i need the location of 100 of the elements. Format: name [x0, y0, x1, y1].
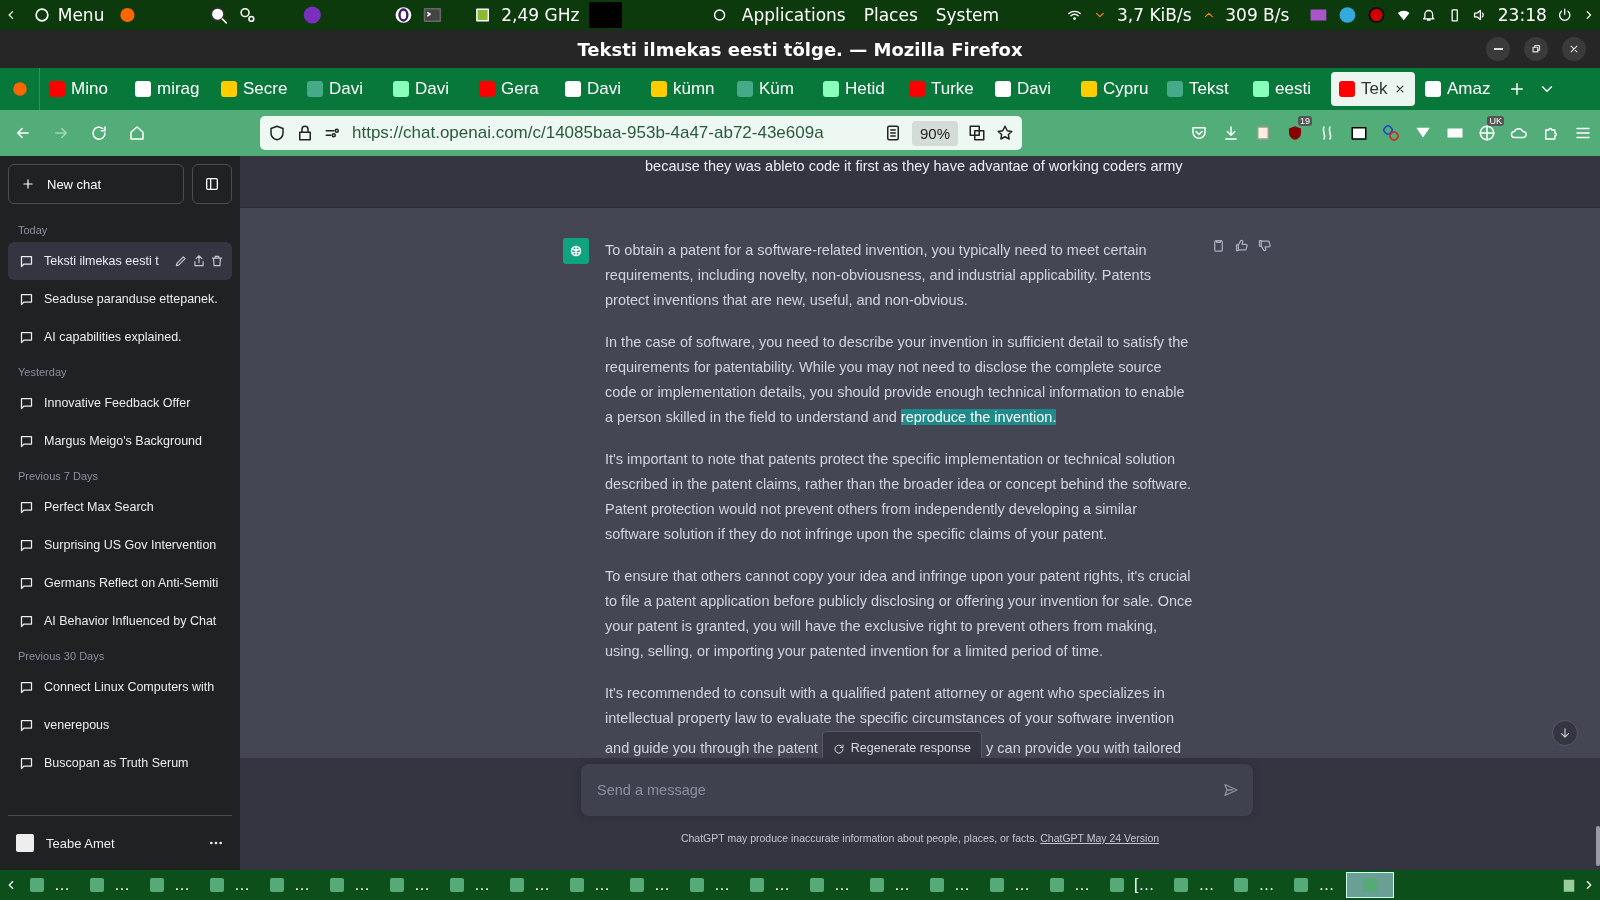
- taskbar-window-button[interactable]: …: [502, 872, 558, 898]
- browser-tab[interactable]: eesti: [1245, 72, 1329, 106]
- browser-tab[interactable]: Cypru: [1073, 72, 1157, 106]
- chat-history-item[interactable]: AI Behavior Influenced by Chat: [8, 602, 232, 640]
- taskbar-window-button[interactable]: …: [1042, 872, 1098, 898]
- close-button[interactable]: [1562, 37, 1586, 61]
- share-icon[interactable]: [192, 254, 206, 268]
- browser-tab[interactable]: Secre: [213, 72, 297, 106]
- restore-button[interactable]: [1524, 37, 1548, 61]
- chat-history-item[interactable]: Margus Meigo's Background: [8, 422, 232, 460]
- browser-tab[interactable]: Davi: [987, 72, 1071, 106]
- taskbar-window-button[interactable]: …: [142, 872, 198, 898]
- taskbar-window-button[interactable]: …: [1286, 872, 1343, 898]
- browser-tab[interactable]: Gera: [471, 72, 555, 106]
- zoom-level-button[interactable]: 90%: [911, 120, 958, 146]
- chat-history-item[interactable]: venerepous: [8, 706, 232, 744]
- regenerate-button[interactable]: Regenerate response: [821, 731, 983, 758]
- taskbar-window-button[interactable]: […: [1102, 872, 1163, 898]
- browser-tab[interactable]: Amaz: [1417, 72, 1501, 106]
- clock[interactable]: 23:18: [1497, 5, 1547, 25]
- browser-tab[interactable]: Davi: [299, 72, 383, 106]
- app-icon: [870, 878, 884, 892]
- send-icon[interactable]: [1223, 782, 1239, 798]
- browser-tab[interactable]: Tek: [1331, 72, 1415, 106]
- taskbar-window-button[interactable]: …: [682, 872, 738, 898]
- app-icon: [270, 878, 284, 892]
- account-avatar: [16, 834, 34, 852]
- response-paragraph: It's important to note that patents protect the specific implementation or technical solution described in the patent claims, rather than the broader idea or concept behind the software. Patent protection would not prevent others from independently developing a similar software solution if they do not infringe upon the specific claims of your patent.: [605, 450, 1192, 544]
- pencil-icon[interactable]: [174, 254, 188, 268]
- chat-history-item[interactable]: Germans Reflect on Anti-Semiti: [8, 564, 232, 602]
- taskbar-window-button[interactable]: …: [322, 872, 378, 898]
- lock-icon: [296, 124, 314, 142]
- taskbar-window-button[interactable]: …: [262, 872, 318, 898]
- thumbs-up-icon[interactable]: [1234, 238, 1249, 253]
- panel-menu[interactable]: Applications: [737, 5, 850, 25]
- app-icon: [990, 878, 1004, 892]
- taskbar-window-button[interactable]: …: [982, 872, 1038, 898]
- browser-tab[interactable]: Davi: [557, 72, 641, 106]
- power-icon[interactable]: [1556, 6, 1573, 24]
- taskbar-window-button[interactable]: …: [862, 872, 918, 898]
- address-bar[interactable]: https://chat.openai.com/c/14085baa-953b-4a47-ab72-43e609a 90%: [260, 116, 1022, 150]
- chat-bubble-icon: [19, 537, 34, 553]
- taskbar-window-button[interactable]: …: [742, 872, 798, 898]
- panel-menu[interactable]: System: [931, 5, 1004, 25]
- response-paragraph: To obtain a patent for a software-related invention, you typically need to meet certain requirements, including novelty, non-obviousness, and industrial applicability. Patents protect inventions that are new, useful, and non-obvious.: [605, 241, 1152, 310]
- user-message: because they was ableto code it first as they have advantae of working coders army: [645, 158, 1184, 176]
- sidebar-toggle-button[interactable]: [192, 164, 232, 204]
- app-icon: [390, 878, 404, 892]
- globe-icon[interactable]: [1478, 124, 1496, 142]
- star-icon[interactable]: [996, 124, 1014, 142]
- taskbar-window-button[interactable]: …: [922, 872, 978, 898]
- browser-tab[interactable]: mirag: [127, 72, 211, 106]
- account-name[interactable]: Teabe Amet: [46, 835, 196, 851]
- browser-tab[interactable]: Turke: [901, 72, 985, 106]
- chat-history-item[interactable]: Perfect Max Search: [8, 488, 232, 526]
- taskbar-window-button[interactable]: …: [802, 872, 858, 898]
- browser-tab[interactable]: Hetid: [815, 72, 899, 106]
- taskbar-window-button[interactable]: …: [82, 872, 138, 898]
- minimize-button[interactable]: [1486, 37, 1510, 61]
- taskbar-window-button[interactable]: …: [382, 872, 438, 898]
- browser-tab[interactable]: Mino: [41, 72, 125, 106]
- taskbar-window-button[interactable]: …: [622, 872, 678, 898]
- panel-menu[interactable]: Places: [859, 5, 922, 25]
- favicon-icon: [393, 81, 409, 97]
- menu-button[interactable]: Menu: [27, 5, 109, 25]
- new-chat-button[interactable]: New chat: [8, 164, 184, 204]
- clipboard-icon[interactable]: [1211, 238, 1226, 253]
- taskbar-window-button[interactable]: …: [22, 872, 78, 898]
- taskbar-window-button[interactable]: …: [1226, 872, 1283, 898]
- app-icon: [630, 878, 644, 892]
- browser-tab[interactable]: Tekst: [1159, 72, 1243, 106]
- message-field[interactable]: Send a message: [581, 764, 1253, 816]
- chat-history-item[interactable]: Connect Linux Computers with: [8, 668, 232, 706]
- taskbar-window-button[interactable]: …: [442, 872, 498, 898]
- shield-blocker-icon[interactable]: [1286, 124, 1304, 142]
- taskbar-window-button[interactable]: …: [562, 872, 618, 898]
- taskbar-window-button[interactable]: …: [202, 872, 258, 898]
- version-link[interactable]: ChatGPT May 24 Version: [1040, 832, 1160, 844]
- record-button-icon[interactable]: [1367, 4, 1386, 26]
- chat-history-item[interactable]: Surprising US Gov Intervention: [8, 526, 232, 564]
- translate-icon[interactable]: [968, 124, 986, 142]
- scrollbar-thumb[interactable]: [1596, 826, 1600, 866]
- taskbar-window-button[interactable]: …: [1166, 872, 1223, 898]
- pocket-icon[interactable]: [1190, 124, 1208, 142]
- chat-history-item[interactable]: Seaduse paranduse ettepanek.: [8, 280, 232, 318]
- response-paragraph: In the case of software, you need to describe your invention in sufficient detail to satisfy the requirements for patentability. While you may not need to disclose the complete source code or implementation details, you should provide enough technical information to enable a person skilled in the field to understand and reproduce the invention.: [605, 333, 1190, 427]
- url-text: https://chat.openai.com/c/14085baa-953b-4a47-ab72-43e609a: [352, 123, 825, 143]
- chat-bubble-icon: [19, 395, 34, 411]
- taskbar-window-button[interactable]: [1346, 872, 1395, 898]
- browser-tab[interactable]: Küm: [729, 72, 813, 106]
- message-input[interactable]: Send a message: [595, 781, 1223, 799]
- chain-link-icon[interactable]: [1382, 124, 1400, 142]
- chat-history-item[interactable]: Buscopan as Truth Serum: [8, 744, 232, 782]
- download-icon[interactable]: [1222, 124, 1240, 142]
- chat-history-item[interactable]: AI capabilities explained.: [8, 318, 232, 356]
- browser-tab[interactable]: kümn: [643, 72, 727, 106]
- chat-history-item[interactable]: Teksti ilmekas eesti t: [8, 242, 232, 280]
- chat-history-item[interactable]: Innovative Feedback Offer: [8, 384, 232, 422]
- thumbs-down-icon[interactable]: [1257, 238, 1272, 253]
- browser-tab[interactable]: Davi: [385, 72, 469, 106]
